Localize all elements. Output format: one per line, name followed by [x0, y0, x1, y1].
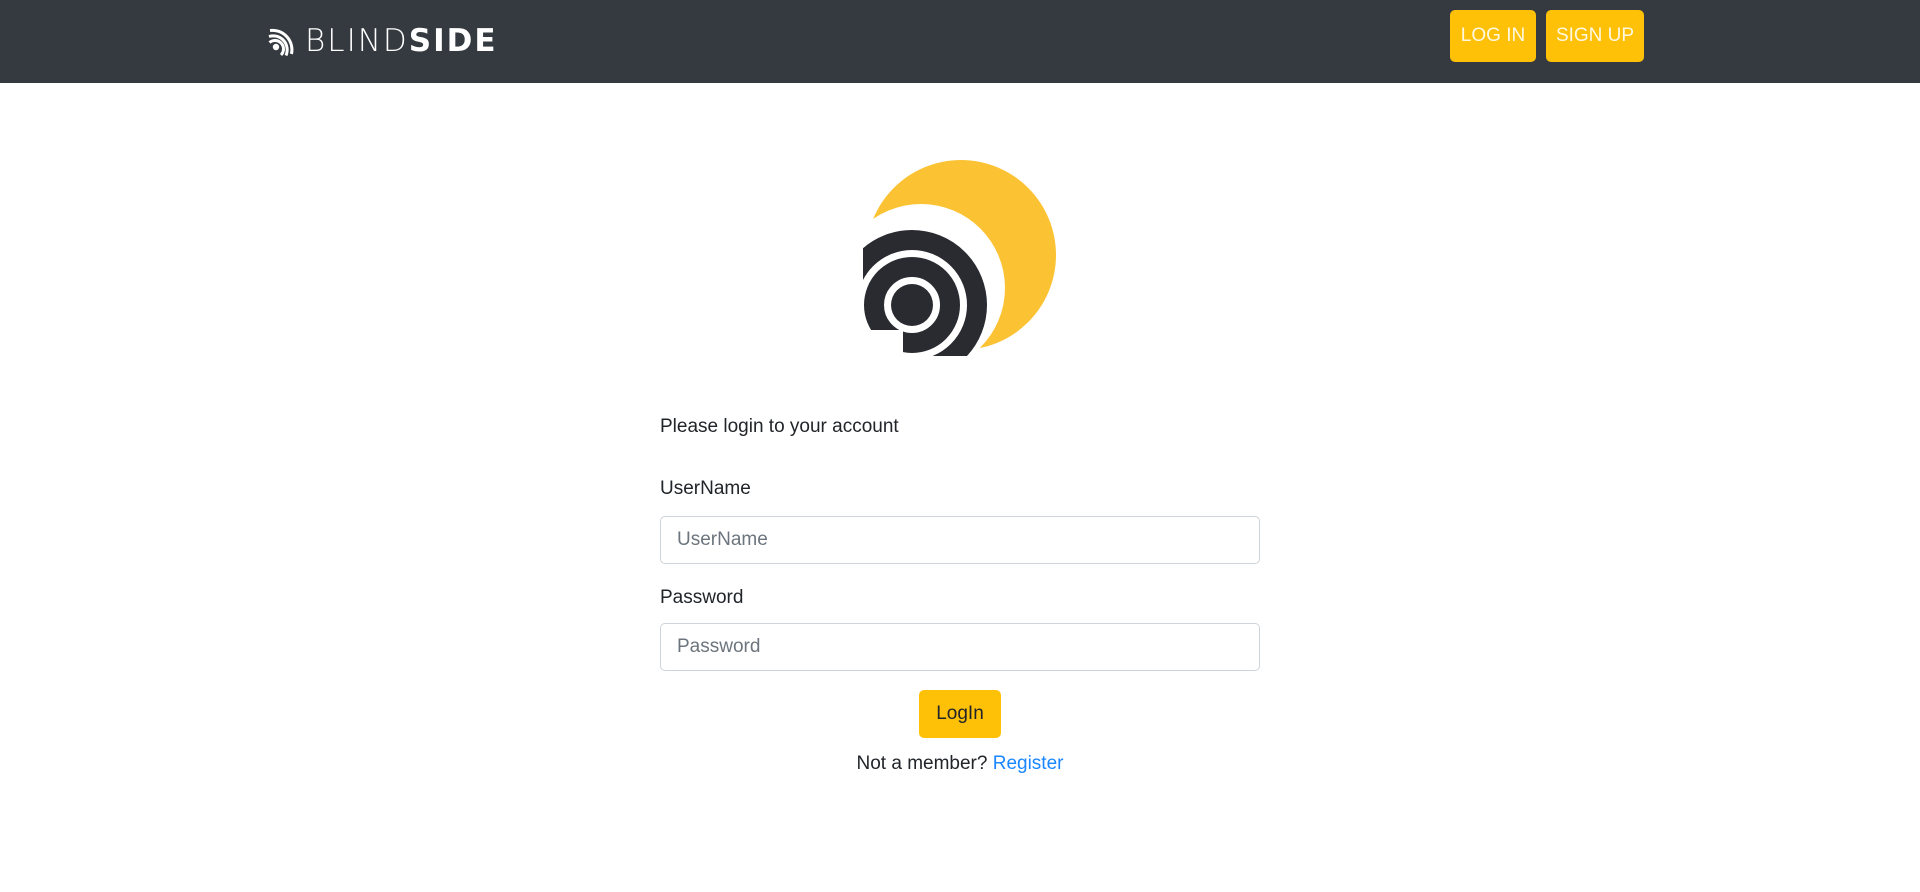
- login-nav-button[interactable]: LOG IN: [1450, 10, 1536, 62]
- username-label: UserName: [660, 478, 751, 499]
- login-prompt: Please login to your account: [660, 416, 899, 437]
- brand-link[interactable]: BLINDSIDE: [267, 24, 498, 58]
- username-input[interactable]: [660, 516, 1260, 564]
- register-line: Not a member? Register: [0, 753, 1920, 775]
- password-label: Password: [660, 587, 744, 608]
- signup-nav-button[interactable]: SIGN UP: [1546, 10, 1644, 62]
- password-input[interactable]: [660, 623, 1260, 671]
- blindside-logo-icon: [268, 28, 294, 57]
- register-link[interactable]: Register: [993, 753, 1064, 774]
- brand-name: BLINDSIDE: [305, 22, 498, 59]
- login-submit-button[interactable]: LogIn: [919, 690, 1001, 738]
- blindside-logo-icon: [863, 160, 1056, 356]
- brand-name-light: BLIND: [305, 22, 409, 59]
- navbar: BLINDSIDE LOG IN SIGN UP: [0, 0, 1920, 83]
- register-prefix: Not a member?: [856, 753, 988, 774]
- brand-name-bold: SIDE: [408, 22, 498, 59]
